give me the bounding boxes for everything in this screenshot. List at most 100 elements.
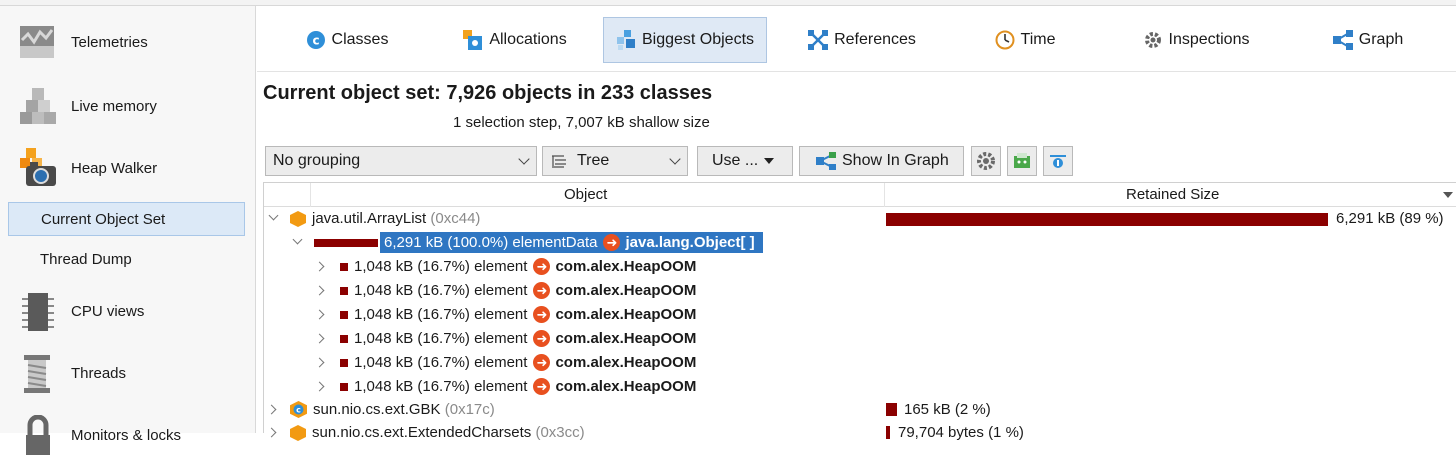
table-row[interactable]: sun.nio.cs.ext.ExtendedCharsets (0x3cc) … — [264, 421, 1456, 445]
gear-icon — [977, 152, 995, 170]
sidebar-subitem-label: Current Object Set — [41, 210, 166, 228]
column-divider — [310, 183, 311, 207]
page-subtitle: 1 selection step, 7,007 kB shallow size — [453, 114, 710, 131]
reference-size-bar — [340, 286, 348, 295]
expand-arrow-icon[interactable] — [266, 404, 277, 415]
sidebar-item-telemetries[interactable]: Telemetries — [0, 22, 255, 62]
sidebar-item-label: Heap Walker — [71, 159, 158, 177]
reference-field: 1,048 kB (16.7%) element — [354, 258, 528, 275]
sidebar-item-live-memory[interactable]: Live memory — [0, 86, 255, 126]
column-header-object[interactable]: Object — [564, 186, 607, 203]
reference-target: com.alex.HeapOOM — [555, 354, 697, 371]
view-mode-select[interactable]: Tree — [542, 146, 688, 176]
grouping-value: No grouping — [273, 152, 361, 169]
expand-arrow-icon[interactable] — [314, 309, 325, 320]
retained-size-bar — [886, 213, 1328, 226]
table-row[interactable]: 1,048 kB (16.7%) element ➜ com.alex.HeapOO… — [264, 375, 1456, 399]
retained-size-bar — [886, 403, 897, 416]
table-row[interactable]: 1,048 kB (16.7%) element ➜ com.alex.HeapOO… — [264, 279, 1456, 303]
table-row[interactable]: 1,048 kB (16.7%) element ➜ com.alex.HeapOO… — [264, 303, 1456, 327]
tab-label: Biggest Objects — [641, 31, 755, 48]
reference-target: com.alex.HeapOOM — [555, 330, 697, 347]
show-in-graph-button[interactable]: Show In Graph — [799, 146, 964, 176]
live-memory-icon — [18, 86, 58, 126]
expand-arrow-icon[interactable] — [314, 357, 325, 368]
reference-arrow-icon: ➜ — [603, 234, 621, 251]
sidebar-item-heap-walker[interactable]: Heap Walker — [0, 147, 255, 189]
collapse-arrow-icon[interactable] — [292, 234, 303, 245]
sidebar-item-threads[interactable]: Threads — [0, 352, 255, 394]
tab-label: Allocations — [489, 31, 567, 48]
tab-allocations[interactable]: Allocations — [453, 17, 577, 63]
export-icon — [1014, 153, 1030, 168]
sidebar-item-thread-dump[interactable]: Thread Dump — [8, 242, 245, 276]
object-address: (0xc44) — [430, 210, 481, 227]
tab-inspections[interactable]: Inspections — [1131, 17, 1261, 63]
table-row[interactable]: 1,048 kB (16.7%) element ➜ com.alex.HeapOO… — [264, 327, 1456, 351]
inspections-icon — [1143, 30, 1163, 50]
use-menu-label: Use ... — [712, 152, 759, 169]
info-button[interactable] — [1043, 146, 1073, 176]
reference-target: java.lang.Object[ ] — [625, 234, 755, 251]
sidebar-item-label: CPU views — [71, 302, 145, 320]
tab-label: Classes — [331, 31, 389, 48]
column-divider — [884, 183, 885, 207]
sort-descending-icon[interactable] — [1443, 192, 1453, 198]
reference-target: com.alex.HeapOOM — [555, 258, 697, 275]
grouping-select[interactable]: No grouping — [265, 146, 537, 176]
show-in-graph-label: Show In Graph — [842, 152, 949, 169]
reference-arrow-icon: ➜ — [533, 282, 551, 299]
reference-field: 6,291 kB (100.0%) elementData — [384, 234, 598, 251]
view-mode-value: Tree — [577, 152, 610, 169]
expand-arrow-icon[interactable] — [314, 261, 325, 272]
sidebar-item-label: Monitors & locks — [71, 426, 182, 444]
sidebar-item-current-object-set[interactable]: Current Object Set — [8, 202, 245, 236]
tab-references[interactable]: References — [797, 17, 927, 63]
object-address: (0x17c) — [444, 401, 495, 418]
tab-graph[interactable]: Graph — [1323, 17, 1413, 63]
main-panel: c Classes Allocations Biggest Objects Re… — [257, 6, 1456, 441]
tab-label: References — [834, 31, 916, 48]
use-menu-button[interactable]: Use ... — [697, 146, 793, 176]
sidebar-item-monitors[interactable]: Monitors & locks — [0, 414, 255, 456]
reference-field: 1,048 kB (16.7%) element — [354, 330, 528, 347]
graph-icon — [1332, 30, 1353, 50]
reference-arrow-icon: ➜ — [533, 354, 551, 371]
reference-arrow-icon: ➜ — [533, 306, 551, 323]
reference-target: com.alex.HeapOOM — [555, 306, 697, 323]
info-icon — [1050, 155, 1066, 168]
reference-size-bar — [340, 382, 348, 391]
tab-biggest-objects[interactable]: Biggest Objects — [603, 17, 767, 63]
cpu-views-icon — [18, 291, 58, 331]
settings-button[interactable] — [971, 146, 1001, 176]
export-button[interactable] — [1007, 146, 1037, 176]
table-row[interactable]: java.util.ArrayList (0xc44) 6,291 kB (89… — [264, 207, 1456, 231]
time-icon — [995, 30, 1015, 50]
svg-text:c: c — [312, 34, 319, 48]
retained-size-value: 6,291 kB (89 %) — [1336, 210, 1444, 227]
table-row-selected[interactable]: 6,291 kB (100.0%) elementData ➜ java.lan… — [264, 231, 1456, 255]
table-row[interactable]: 1,048 kB (16.7%) element ➜ com.alex.HeapOO… — [264, 255, 1456, 279]
heap-walker-icon — [18, 148, 58, 188]
tab-label: Graph — [1358, 31, 1404, 48]
sidebar-item-cpu-views[interactable]: CPU views — [0, 290, 255, 332]
class-icon: c — [290, 401, 307, 418]
objects-tree-table[interactable]: Object Retained Size java.util.ArrayList… — [263, 182, 1456, 441]
reference-field: 1,048 kB (16.7%) element — [354, 306, 528, 323]
column-header-retained-size[interactable]: Retained Size — [1126, 186, 1219, 203]
tab-time[interactable]: Time — [985, 17, 1065, 63]
table-row[interactable]: c sun.nio.cs.ext.GBK (0x17c) 165 kB (2 %… — [264, 398, 1456, 422]
table-row[interactable]: 1,048 kB (16.7%) element ➜ com.alex.HeapOO… — [264, 351, 1456, 375]
reference-size-bar — [314, 239, 378, 247]
chevron-down-icon — [518, 153, 530, 165]
expand-arrow-icon[interactable] — [314, 333, 325, 344]
reference-size-bar — [340, 358, 348, 367]
tab-classes[interactable]: c Classes — [297, 17, 397, 63]
triangle-down-icon — [764, 158, 775, 164]
collapse-arrow-icon[interactable] — [268, 210, 279, 221]
reference-arrow-icon: ➜ — [533, 378, 551, 395]
expand-arrow-icon[interactable] — [314, 285, 325, 296]
expand-arrow-icon[interactable] — [314, 381, 325, 392]
reference-field: 1,048 kB (16.7%) element — [354, 378, 528, 395]
tree-view-icon — [551, 154, 567, 168]
